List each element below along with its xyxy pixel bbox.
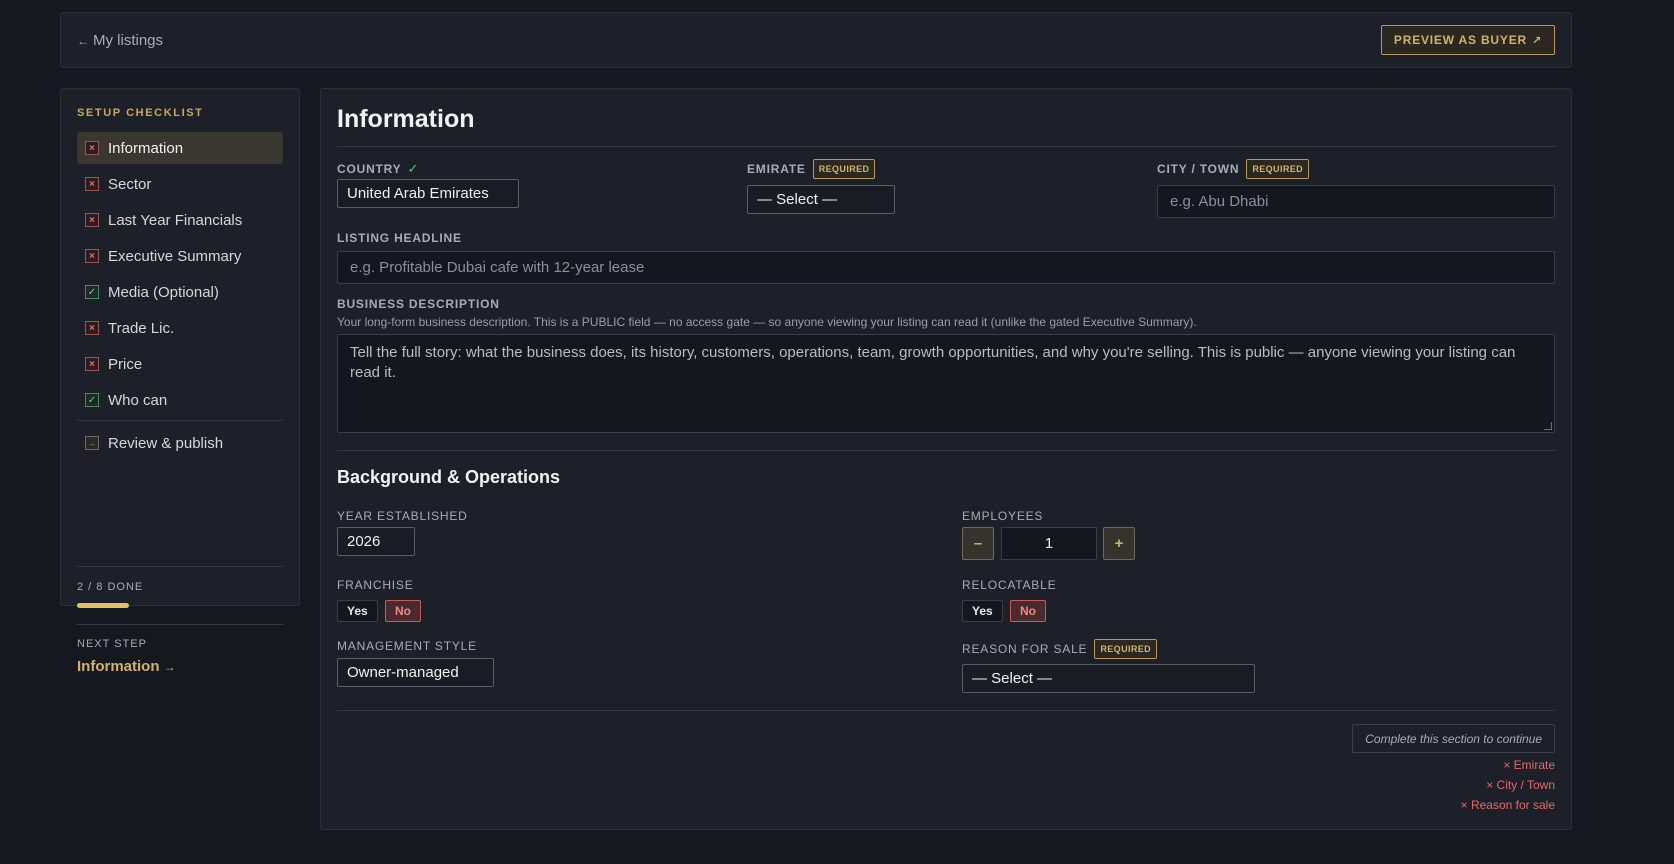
progress-label: 2 / 8 DONE <box>77 581 144 593</box>
employees-increment-button[interactable]: + <box>1103 527 1135 560</box>
arrow-left-icon: ← <box>77 34 89 48</box>
information-form-panel: Information COUNTRY ✓ United Arab Emirat… <box>320 88 1572 830</box>
country-label: COUNTRY ✓ <box>337 161 419 177</box>
checklist-item-label: Executive Summary <box>108 247 242 265</box>
divider <box>77 624 283 625</box>
reason-label: REASON FOR SALE REQUIRED <box>962 639 1158 659</box>
country-field[interactable]: United Arab Emirates <box>337 179 519 208</box>
section-title-background-operations: Background & Operations <box>337 467 561 487</box>
reason-for-sale-select[interactable]: — Select — <box>962 664 1255 693</box>
description-label-text: BUSINESS DESCRIPTION <box>337 297 500 311</box>
emirate-label-text: EMIRATE <box>747 162 806 176</box>
divider <box>337 710 1555 711</box>
checklist-title: SETUP CHECKLIST <box>77 107 204 119</box>
incomplete-icon: × <box>85 213 99 227</box>
checklist-item-label: Last Year Financials <box>108 211 243 229</box>
checklist: × Information × Sector × Last Year Finan… <box>77 132 283 463</box>
checklist-item-financials[interactable]: × Last Year Financials <box>77 204 283 236</box>
headline-label: LISTING HEADLINE <box>337 231 462 245</box>
checklist-item-executive-summary[interactable]: × Executive Summary <box>77 240 283 272</box>
checklist-item-label: Media (Optional) <box>108 283 219 301</box>
reason-label-text: REASON FOR SALE <box>962 642 1088 656</box>
divider <box>337 146 1555 147</box>
year-label: YEAR ESTABLISHED <box>337 509 468 523</box>
divider <box>337 450 1555 451</box>
back-link-label: My listings <box>93 32 164 49</box>
top-bar: ← My listings PREVIEW AS BUYER ↗ <box>60 12 1572 68</box>
divider <box>77 420 283 421</box>
progress-bar <box>77 603 283 608</box>
relocatable-label: RELOCATABLE <box>962 578 1057 592</box>
resize-handle-icon[interactable] <box>1544 422 1552 430</box>
incomplete-icon: × <box>85 249 99 263</box>
checklist-item-review-publish[interactable]: → Review & publish <box>77 427 283 459</box>
headline-input[interactable]: e.g. Profitable Dubai cafe with 12-year … <box>337 251 1555 284</box>
page-title: Information <box>337 105 475 133</box>
checklist-item-trade-license[interactable]: × Trade Lic. <box>77 312 283 344</box>
complete-section-note: Complete this section to continue <box>1352 724 1555 753</box>
incomplete-icon: × <box>85 177 99 191</box>
missing-city: × City / Town <box>1486 778 1555 792</box>
checklist-item-sector[interactable]: × Sector <box>77 168 283 200</box>
setup-checklist-sidebar: SETUP CHECKLIST × Information × Sector ×… <box>60 88 300 675</box>
checklist-item-label: Who can <box>108 391 168 409</box>
description-placeholder: Tell the full story: what the business d… <box>350 344 1516 381</box>
employees-decrement-button[interactable]: – <box>962 527 994 560</box>
checklist-item-label: Trade Lic. <box>108 319 175 337</box>
incomplete-icon: × <box>85 357 99 371</box>
incomplete-icon: × <box>85 321 99 335</box>
emirate-label: EMIRATE REQUIRED <box>747 159 876 179</box>
franchise-no-button[interactable]: No <box>385 600 421 622</box>
emirate-select[interactable]: — Select — <box>747 185 895 214</box>
checklist-item-label: Review & publish <box>108 434 224 452</box>
check-icon: ✓ <box>407 161 420 176</box>
next-step-label: NEXT STEP <box>77 638 147 650</box>
required-badge: REQUIRED <box>1246 159 1310 179</box>
preview-as-buyer-button[interactable]: PREVIEW AS BUYER ↗ <box>1380 25 1555 55</box>
checklist-item-price[interactable]: × Price <box>77 348 283 380</box>
external-link-icon: ↗ <box>1531 34 1542 47</box>
missing-emirate: × Emirate <box>1503 758 1555 772</box>
arrow-right-icon: → <box>85 436 99 450</box>
employees-stepper[interactable]: 1 <box>1001 527 1097 560</box>
preview-button-label: PREVIEW AS BUYER <box>1393 33 1527 47</box>
checklist-item-label: Sector <box>108 175 152 193</box>
arrow-right-icon: → <box>163 660 176 674</box>
complete-check-icon: ✓ <box>85 285 99 299</box>
next-step-link[interactable]: Information → <box>77 658 176 675</box>
year-established-field[interactable]: 2026 <box>337 527 415 556</box>
management-label: MANAGEMENT STYLE <box>337 639 477 653</box>
divider <box>77 566 283 567</box>
franchise-label: FRANCHISE <box>337 578 414 592</box>
next-step-link-label: Information <box>77 658 160 675</box>
relocatable-yes-button[interactable]: Yes <box>962 600 1003 622</box>
checklist-item-information[interactable]: × Information <box>77 132 283 164</box>
incomplete-icon: × <box>85 141 99 155</box>
city-label-text: CITY / TOWN <box>1157 162 1240 176</box>
required-badge: REQUIRED <box>812 159 876 179</box>
description-note: Your long-form business description. Thi… <box>337 315 1197 329</box>
description-textarea[interactable]: Tell the full story: what the business d… <box>337 334 1555 433</box>
required-badge: REQUIRED <box>1094 639 1158 659</box>
checklist-item-media[interactable]: ✓ Media (Optional) <box>77 276 283 308</box>
checklist-item-label: Price <box>108 355 143 373</box>
relocatable-no-button[interactable]: No <box>1010 600 1046 622</box>
back-to-listings-link[interactable]: ← My listings <box>77 32 163 49</box>
missing-reason-for-sale: × Reason for sale <box>1460 798 1555 812</box>
complete-check-icon: ✓ <box>85 393 99 407</box>
description-label: BUSINESS DESCRIPTION <box>337 297 500 311</box>
checklist-item-who-can[interactable]: ✓ Who can <box>77 384 283 416</box>
city-label: CITY / TOWN REQUIRED <box>1157 159 1310 179</box>
country-label-text: COUNTRY <box>337 162 402 176</box>
checklist-item-label: Information <box>108 139 184 157</box>
city-input[interactable]: e.g. Abu Dhabi <box>1157 185 1555 218</box>
progress-bar-fill <box>77 603 129 608</box>
headline-label-text: LISTING HEADLINE <box>337 231 462 245</box>
franchise-yes-button[interactable]: Yes <box>337 600 378 622</box>
employees-label: EMPLOYEES <box>962 509 1044 523</box>
management-style-select[interactable]: Owner-managed <box>337 658 494 687</box>
